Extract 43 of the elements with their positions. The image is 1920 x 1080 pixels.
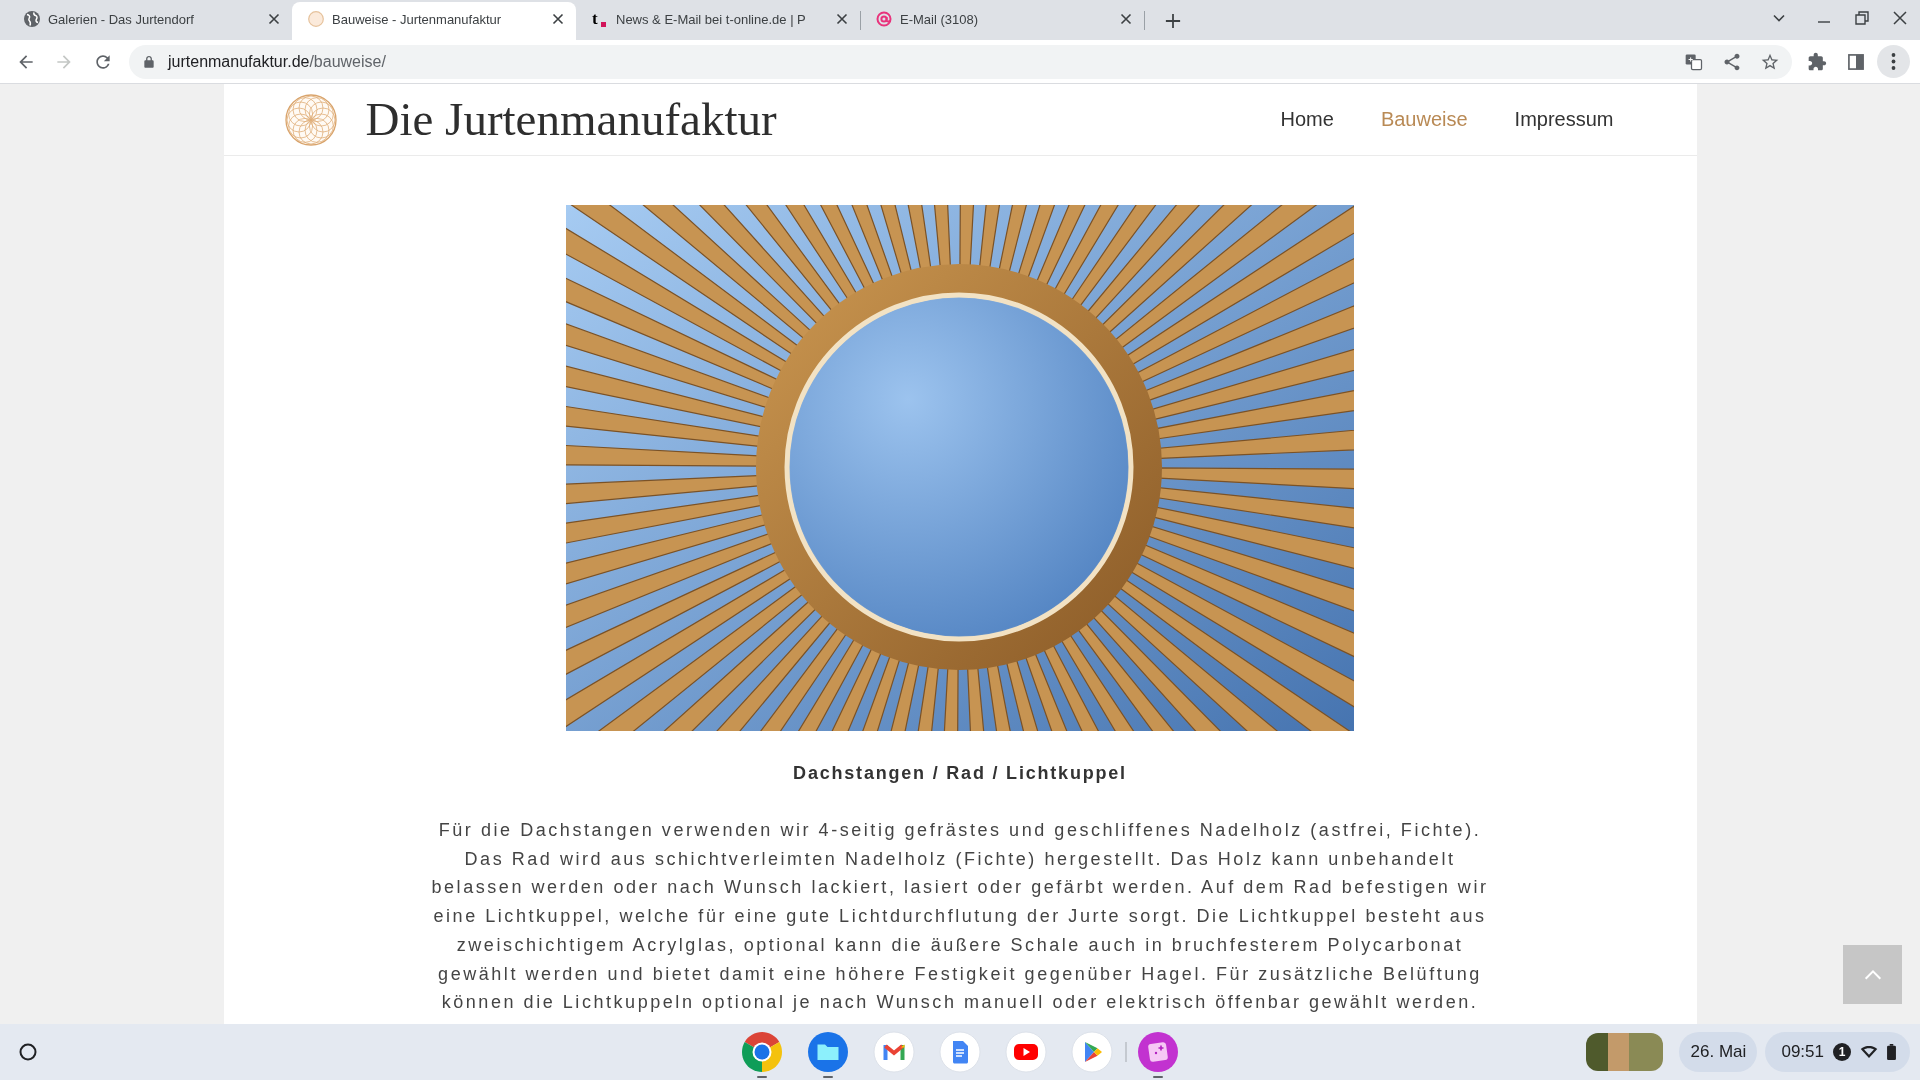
folder-app-icon[interactable]	[807, 1031, 849, 1073]
photo-thumbnail[interactable]	[1586, 1033, 1609, 1071]
notification-count-badge: 1	[1833, 1043, 1851, 1061]
close-icon[interactable]	[1118, 11, 1134, 27]
circle-logo-icon	[308, 11, 324, 27]
menu-icon[interactable]	[1877, 45, 1910, 78]
status-area-button[interactable]: 09:51 1	[1765, 1032, 1910, 1072]
date-button[interactable]: 26. Mai	[1679, 1032, 1758, 1072]
nav-link[interactable]: Impressum	[1514, 108, 1614, 131]
photo-thumbnail[interactable]	[1608, 1033, 1630, 1071]
sparkle-app-icon[interactable]	[1137, 1031, 1179, 1073]
photo-thumbnail[interactable]	[1629, 1033, 1664, 1071]
close-icon[interactable]	[1892, 10, 1908, 26]
clock-time: 09:51	[1781, 1042, 1824, 1062]
browser-app-icon[interactable]	[741, 1031, 783, 1073]
browser-tab[interactable]: E-Mail (3108)	[860, 2, 1144, 40]
close-icon[interactable]	[550, 11, 566, 27]
nav-link[interactable]: Home	[1280, 108, 1334, 131]
browser-tab[interactable]: Bauweise - Jurtenmanufaktur	[292, 2, 576, 40]
lock-icon	[142, 54, 156, 69]
browser-tab[interactable]: t News & E-Mail bei t-online.de | P	[576, 2, 860, 40]
site-title[interactable]: Die Jurtenmanufaktur	[365, 96, 777, 143]
close-icon[interactable]	[266, 11, 282, 27]
url-text: jurtenmanufaktur.de/bauweise/	[168, 52, 386, 71]
at-sign-icon	[876, 11, 892, 27]
section-heading: Dachstangen / Rad / Lichtkuppel	[793, 762, 1127, 785]
globe-icon	[24, 11, 40, 27]
favicon-logo: t	[592, 11, 608, 27]
play-triangle-app-icon[interactable]	[1071, 1031, 1113, 1073]
side-panel-icon[interactable]	[1846, 51, 1866, 72]
mail-app-icon[interactable]	[873, 1031, 915, 1073]
battery-icon	[1887, 1044, 1896, 1060]
close-icon[interactable]	[834, 11, 850, 27]
share-icon[interactable]	[1722, 51, 1742, 72]
puzzle-piece-icon[interactable]	[1807, 51, 1827, 72]
video-app-icon[interactable]	[1005, 1031, 1047, 1073]
body-paragraph: Für die Dachstangen verwenden wir 4-seitig gefrästes und geschliffenes Nadelholz (astfrei, Fichte). Das Rad wird aus schichtverleimten Nadelholz (Fichte) hergestellt. Das Holz kann unbehandelt belassen werden oder nach Wunsch lackiert, lasiert oder gefärbt werden. Auf dem Rad befestigen wir eine Lichtkuppel, welche für eine gute Lichtdurchflutung der Jurte sorgt. Die Lichtkuppel besteht aus zweischichtigem Acrylglas, optional kann die äußere Schale auch in bruchfesterem Polycarbonat gewählt werden und bietet damit eine höhere Festigkeit gegenüber Hagel. Für zusätzliche Belüftung können die Lichtkuppeln optional je nach Wunsch manuell oder elektrisch öffenbar gewählt werden.	[430, 819, 1490, 1015]
document-app-icon[interactable]	[939, 1031, 981, 1073]
new-tab-icon[interactable]	[1165, 13, 1181, 29]
restore-icon[interactable]	[1854, 10, 1870, 26]
address-bar[interactable]: jurtenmanufaktur.de/bauweise/	[129, 44, 1792, 79]
browser-tab[interactable]: Galerien - Das Jurtendorf	[8, 2, 292, 40]
launcher-icon[interactable]	[19, 1043, 37, 1061]
